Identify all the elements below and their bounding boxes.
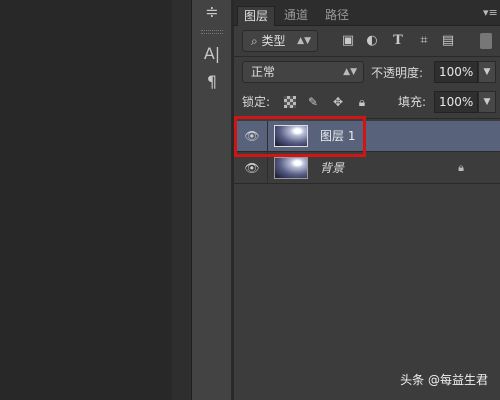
opacity-input[interactable]: 100% xyxy=(434,61,478,83)
search-icon: ⌕ xyxy=(251,34,262,48)
paragraph-mark-icon[interactable]: ¶ xyxy=(202,72,222,92)
layer-thumbnail xyxy=(274,157,308,179)
panel-tab-bar: 图层 通道 路径 ▾≡ xyxy=(234,0,500,26)
layers-panel: 图层 通道 路径 ▾≡ ⌕ 类型 ▲▼ ▣ ◐ T ⌗ ▤ 正常 ▲▼ 不透明度… xyxy=(233,0,500,400)
side-panel-toolbar: ≑ A| ¶ xyxy=(192,0,232,400)
layer-name[interactable]: 背景 xyxy=(320,159,344,177)
watermark: 头条 @每益生君 xyxy=(400,373,488,387)
layer-row-background[interactable]: 👁︎ 背景 🔒︎ xyxy=(234,153,500,183)
paragraph-panel-icon[interactable]: ≑ xyxy=(202,2,222,22)
panel-menu-icon[interactable]: ▾≡ xyxy=(483,7,498,19)
panel-dock-strip xyxy=(172,0,192,400)
adjustment-filter-icon[interactable]: ◐ xyxy=(364,33,380,49)
filter-kind-select[interactable]: ⌕ 类型 ▲▼ xyxy=(242,30,318,52)
lock-all-icon[interactable]: 🔒︎ xyxy=(355,95,369,109)
fill-input[interactable]: 100% xyxy=(434,91,478,113)
opacity-dropdown-icon[interactable]: ▼ xyxy=(478,61,496,83)
tab-paths[interactable]: 路径 xyxy=(319,6,355,26)
filter-toggle-icon[interactable] xyxy=(480,33,492,49)
tab-layers[interactable]: 图层 xyxy=(237,6,276,26)
filter-kind-label: 类型 xyxy=(261,34,286,48)
select-arrows-icon: ▲▼ xyxy=(297,36,311,46)
opacity-label: 不透明度: xyxy=(371,66,424,80)
smart-object-filter-icon[interactable]: ▤ xyxy=(440,33,456,49)
type-filter-icon[interactable]: T xyxy=(390,33,406,49)
fill-dropdown-icon[interactable]: ▼ xyxy=(478,91,496,113)
lock-paint-icon[interactable]: ✎ xyxy=(306,95,320,109)
document-canvas-area xyxy=(0,0,172,400)
eye-icon[interactable]: 👁︎ xyxy=(244,161,260,175)
divider xyxy=(234,183,500,184)
tab-channels[interactable]: 通道 xyxy=(278,6,314,26)
fill-label: 填充: xyxy=(398,95,427,109)
lock-icon: 🔒︎ xyxy=(458,161,464,174)
shape-filter-icon[interactable]: ⌗ xyxy=(416,33,432,49)
visibility-column: 👁︎ xyxy=(234,153,268,183)
lock-transparent-icon[interactable] xyxy=(284,96,296,108)
highlight-box xyxy=(234,116,366,157)
lock-position-icon[interactable]: ✥ xyxy=(331,95,345,109)
character-panel-icon[interactable]: A| xyxy=(202,44,222,64)
blend-mode-value: 正常 xyxy=(251,65,276,79)
divider xyxy=(234,56,500,57)
toolbar-grip[interactable] xyxy=(201,30,223,34)
select-arrows-icon: ▲▼ xyxy=(343,67,357,77)
lock-label: 锁定: xyxy=(242,95,271,109)
blend-mode-select[interactable]: 正常 ▲▼ xyxy=(242,61,364,83)
image-filter-icon[interactable]: ▣ xyxy=(340,33,356,49)
